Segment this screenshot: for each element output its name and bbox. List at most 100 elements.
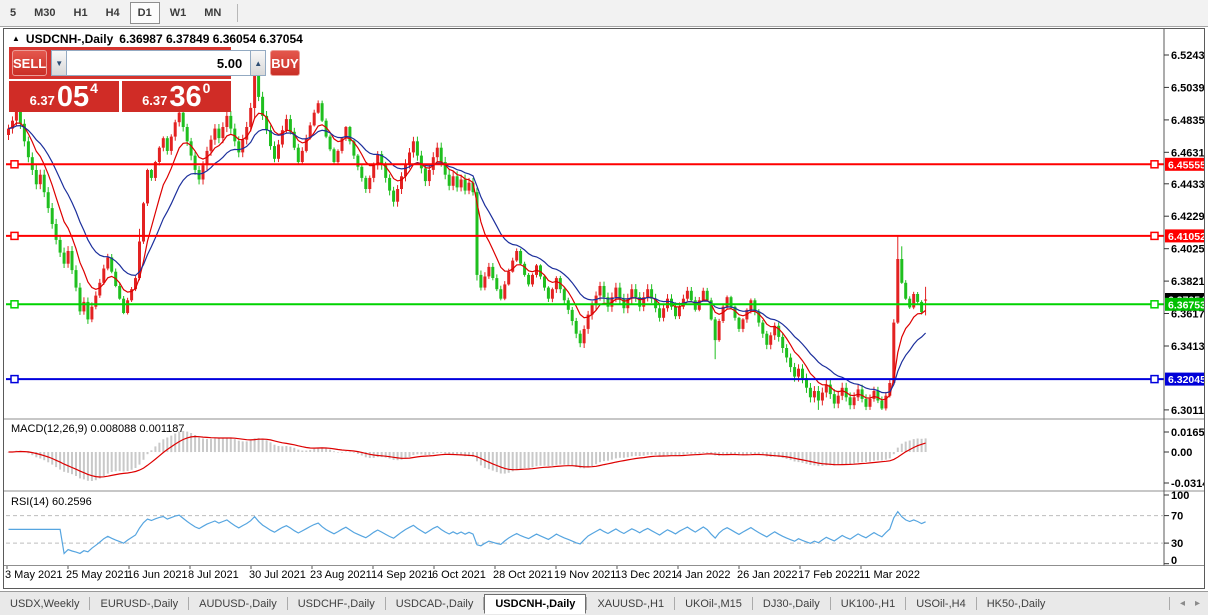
rsi-line [8,510,926,555]
buy-price-pips: 36 [169,81,202,114]
tab-hk50-daily[interactable]: HK50-,Daily [977,594,1056,614]
buy-price-big: 6.37 [142,93,168,109]
svg-text:6.40250: 6.40250 [1171,244,1204,256]
volume-input[interactable] [67,50,251,76]
svg-text:14 Sep 2021: 14 Sep 2021 [371,569,433,581]
hline-handle[interactable] [1150,374,1159,384]
sell-price-display[interactable]: 6.37 05 4 [9,81,119,112]
timeframe-h1[interactable]: H1 [66,2,96,24]
svg-text:6.32045: 6.32045 [1168,374,1204,386]
macd-signal-line [8,435,926,478]
hline-handle[interactable] [10,231,19,241]
svg-text:6.44330: 6.44330 [1171,179,1204,191]
tab-eurusd-daily[interactable]: EURUSD-,Daily [90,594,188,614]
timeframe-w1[interactable]: W1 [162,2,195,24]
rsi-pane [6,510,1164,555]
rsi-indicator-label: RSI(14) 60.2596 [11,496,92,508]
tab-separator [1168,597,1170,610]
tab-usdchf-daily[interactable]: USDCHF-,Daily [288,594,385,614]
svg-text:6.50390: 6.50390 [1171,82,1204,94]
timeframe-h4[interactable]: H4 [98,2,128,24]
svg-text:6 Oct 2021: 6 Oct 2021 [432,569,486,581]
toolbar-separator [237,4,239,22]
tab-ukoil-m15[interactable]: UKOil-,M15 [675,594,752,614]
svg-text:6.48350: 6.48350 [1171,115,1204,127]
svg-text:100: 100 [1171,490,1189,502]
timeframe-toolbar: 5 M30 H1 H4 D1 W1 MN [0,0,1208,27]
timeframe-mn[interactable]: MN [196,2,229,24]
chart-window: 6.52430 6.50390 6.48350 6.46310 6.44330 6.422… [3,28,1205,589]
svg-text:6.42290: 6.42290 [1171,211,1204,223]
svg-text:28 Oct 2021: 28 Oct 2021 [493,569,553,581]
timeframe-m30[interactable]: M30 [26,2,63,24]
collapse-chart-icon[interactable]: ▲ [12,35,20,43]
svg-text:13 Dec 2021: 13 Dec 2021 [615,569,677,581]
svg-text:25 May 2021: 25 May 2021 [66,569,130,581]
timeframe-d1[interactable]: D1 [129,2,160,24]
one-click-trade-panel: SELL ▼ ▲ BUY 6.37 05 4 6.37 36 0 [9,47,300,112]
quote-row: 6.37 05 4 6.37 36 0 [9,81,231,112]
svg-text:70: 70 [1171,511,1183,523]
svg-text:4 Jan 2022: 4 Jan 2022 [676,569,730,581]
sell-button[interactable]: SELL [12,50,48,76]
sell-price-fraction: 4 [90,80,98,96]
svg-text:6.52430: 6.52430 [1171,50,1204,62]
tab-dj30-daily[interactable]: DJ30-,Daily [753,594,830,614]
svg-text:-0.031423: -0.031423 [1171,478,1204,490]
svg-text:6.46310: 6.46310 [1171,147,1204,159]
macd-indicator-label: MACD(12,26,9) 0.008088 0.001187 [11,423,185,435]
tabs-scroll-left-icon[interactable]: ◂ [1180,598,1185,609]
tab-usdx-weekly[interactable]: USDX,Weekly [0,594,89,614]
trade-panel-row: SELL ▼ ▲ BUY [9,47,300,79]
svg-text:8 Jul 2021: 8 Jul 2021 [188,569,239,581]
svg-text:6.36753: 6.36753 [1168,299,1204,311]
svg-text:6.38210: 6.38210 [1171,276,1204,288]
svg-text:17 Feb 2022: 17 Feb 2022 [798,569,860,581]
hline-handle[interactable] [10,300,19,309]
price-axis[interactable]: 6.52430 6.50390 6.48350 6.46310 6.44330 6.422… [1164,50,1204,567]
terminal-screen: 5M30H1H4D1W1MN 6.52430 6.50390 6.48350 6.46… [0,0,1208,615]
svg-text:16 Jun 2021: 16 Jun 2021 [127,569,188,581]
hline-handle[interactable] [10,374,19,384]
tab-xauusd-h1[interactable]: XAUUSD-,H1 [587,594,674,614]
horizontal-lines [6,160,1164,384]
svg-text:30 Jul 2021: 30 Jul 2021 [249,569,306,581]
tab-scroll-controls: ◂ ▸ [1161,597,1208,610]
svg-text:6.34130: 6.34130 [1171,341,1204,353]
chart-tab-bar: USDX,Weekly EURUSD-,Daily AUDUSD-,Daily USD… [0,591,1208,615]
sell-price-pips: 05 [56,81,90,114]
svg-text:30: 30 [1171,538,1183,550]
svg-text:6.41052: 6.41052 [1168,231,1204,243]
symbol-name: USDCNH-,Daily [25,32,114,46]
tab-uk100-h1[interactable]: UK100-,H1 [831,594,905,614]
buy-button[interactable]: BUY [270,50,300,76]
svg-text:11 Mar 2022: 11 Mar 2022 [859,569,920,581]
svg-text:0.016586: 0.016586 [1171,427,1204,439]
tab-audusd-daily[interactable]: AUDUSD-,Daily [189,594,287,614]
sell-price-big: 6.37 [29,93,55,109]
hline-handle[interactable] [10,160,19,169]
svg-text:6.45555: 6.45555 [1168,159,1204,171]
timeframe-5[interactable]: 5 [2,2,24,24]
svg-text:19 Nov 2021: 19 Nov 2021 [554,569,616,581]
volume-spinner: ▼ ▲ [51,50,267,76]
tabs-scroll-right-icon[interactable]: ▸ [1195,598,1200,609]
chart-title: ▲ USDCNH-,Daily 6.36987 6.37849 6.36054 … [12,32,303,46]
ohlc-values: 6.36987 6.37849 6.36054 6.37054 [119,32,303,46]
hline-handle[interactable] [1150,231,1159,241]
tab-usoil-h4[interactable]: USOil-,H4 [906,594,976,614]
volume-decrease-icon[interactable]: ▼ [51,50,68,76]
svg-text:23 Aug 2021: 23 Aug 2021 [310,569,372,581]
volume-increase-icon[interactable]: ▲ [250,50,267,76]
svg-text:26 Jan 2022: 26 Jan 2022 [737,569,798,581]
buy-price-display[interactable]: 6.37 36 0 [121,80,231,114]
date-axis[interactable]: 3 May 2021 25 May 202116 Jun 2021 8 Jul 20… [5,566,920,581]
tab-usdcnh-daily[interactable]: USDCNH-,Daily [484,593,587,614]
tab-usdcad-daily[interactable]: USDCAD-,Daily [386,594,484,614]
hline-handle[interactable] [1150,160,1159,169]
svg-text:0.00: 0.00 [1171,447,1192,459]
macd-pane [7,431,927,481]
hline-handle[interactable] [1150,300,1159,309]
svg-text:0: 0 [1171,555,1177,567]
buy-price-fraction: 0 [202,80,211,96]
